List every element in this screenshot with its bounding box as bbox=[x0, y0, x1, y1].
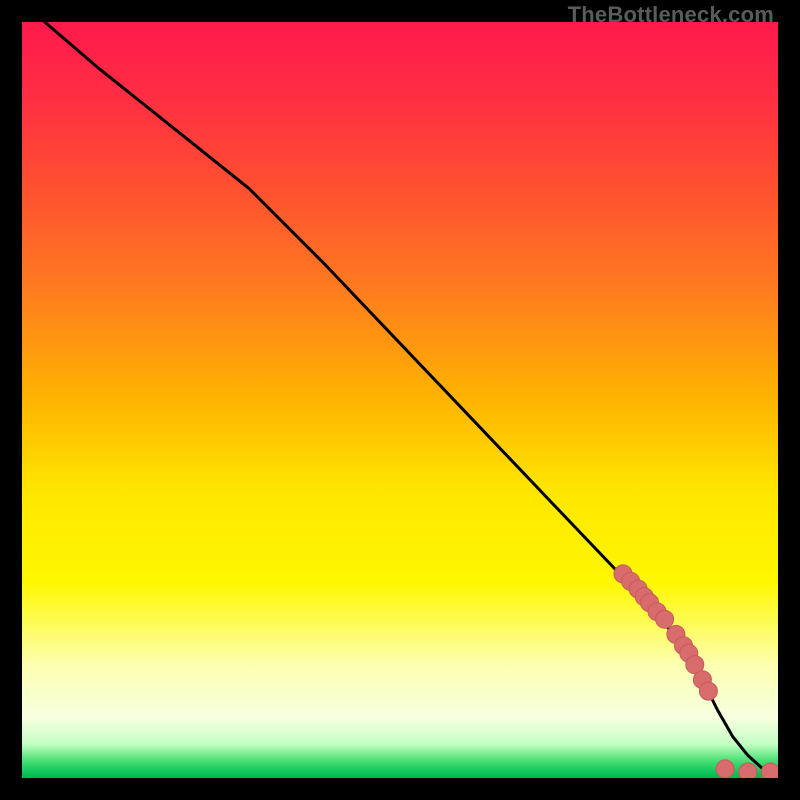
chart-frame bbox=[22, 22, 778, 778]
watermark-text: TheBottleneck.com bbox=[568, 2, 774, 28]
data-point bbox=[699, 682, 717, 700]
data-point bbox=[716, 760, 734, 778]
chart-svg bbox=[22, 22, 778, 778]
gradient-bg bbox=[22, 22, 778, 778]
data-point bbox=[761, 763, 778, 778]
data-point bbox=[739, 763, 757, 778]
data-point bbox=[656, 610, 674, 628]
